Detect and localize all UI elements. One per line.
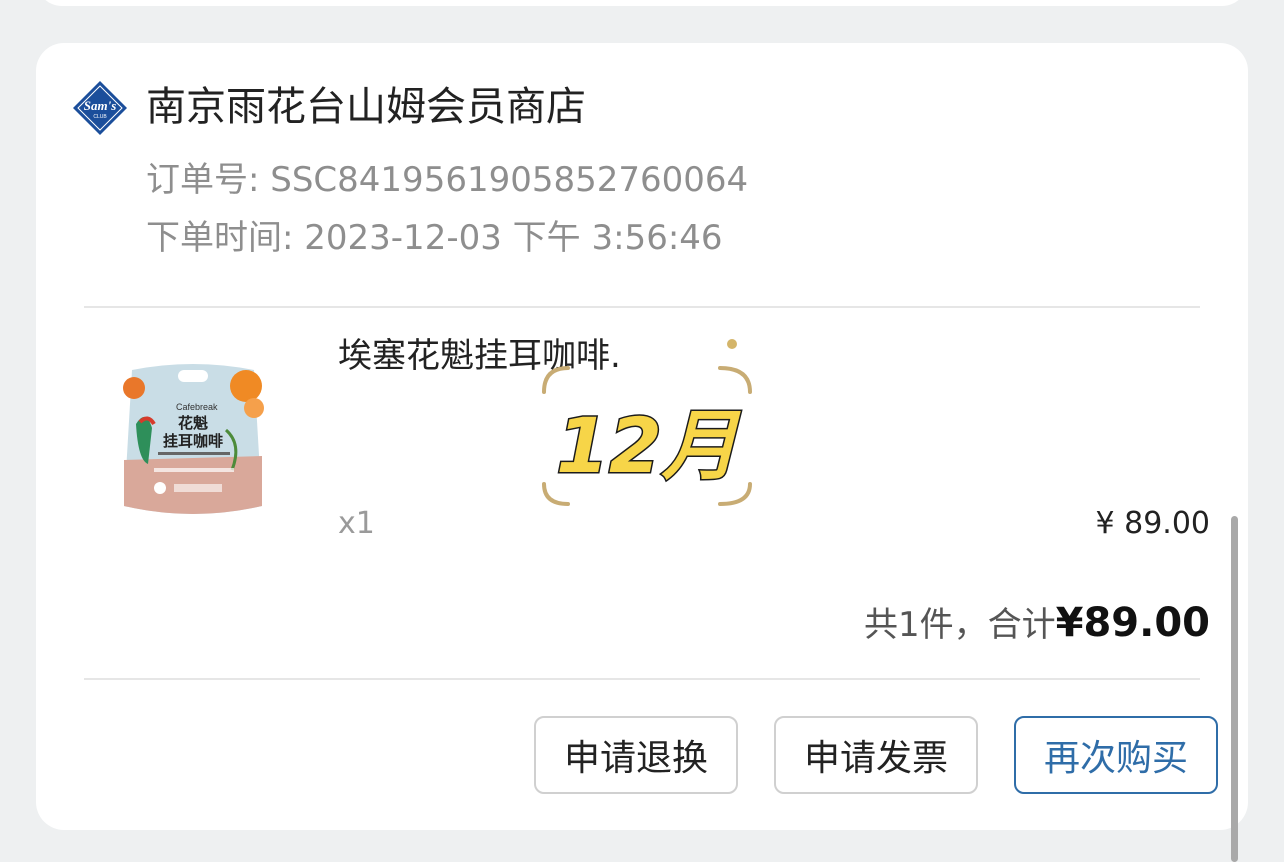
divider — [84, 306, 1200, 308]
product-quantity: x1 — [338, 506, 375, 541]
total-count-label: 共1件，合计 — [864, 605, 1056, 645]
package-title-line-1: 花魁 — [178, 414, 208, 432]
divider — [84, 678, 1200, 680]
request-return-button[interactable]: 申请退换 — [534, 716, 738, 794]
sticker-text: 12月 — [556, 401, 741, 490]
product-image[interactable]: Cafebreak 花魁 挂耳咖啡 — [118, 360, 268, 522]
order-time: 下单时间: 2023-12-03 下午 3:56:46 — [146, 218, 723, 258]
store-name[interactable]: 南京雨花台山姆会员商店 — [146, 80, 586, 134]
logo-text: Sam's — [84, 98, 117, 113]
order-number: 订单号: SSC8419561905852760064 — [146, 160, 749, 200]
product-price: ¥ 89.00 — [1095, 506, 1210, 541]
month-sticker: 12月 — [542, 339, 752, 506]
scrollbar[interactable] — [1231, 516, 1238, 862]
previous-order-card — [36, 0, 1248, 6]
package-title-line-2: 挂耳咖啡 — [163, 432, 223, 450]
buy-again-button[interactable]: 再次购买 — [1014, 716, 1218, 794]
package-brand: Cafebreak — [176, 402, 218, 412]
request-invoice-button[interactable]: 申请发票 — [774, 716, 978, 794]
order-total: 共1件，合计¥89.00 — [864, 598, 1210, 650]
sams-club-logo: Sam's CLUB — [73, 81, 127, 135]
total-amount: ¥89.00 — [1055, 600, 1210, 646]
logo-subtext: CLUB — [93, 114, 107, 120]
